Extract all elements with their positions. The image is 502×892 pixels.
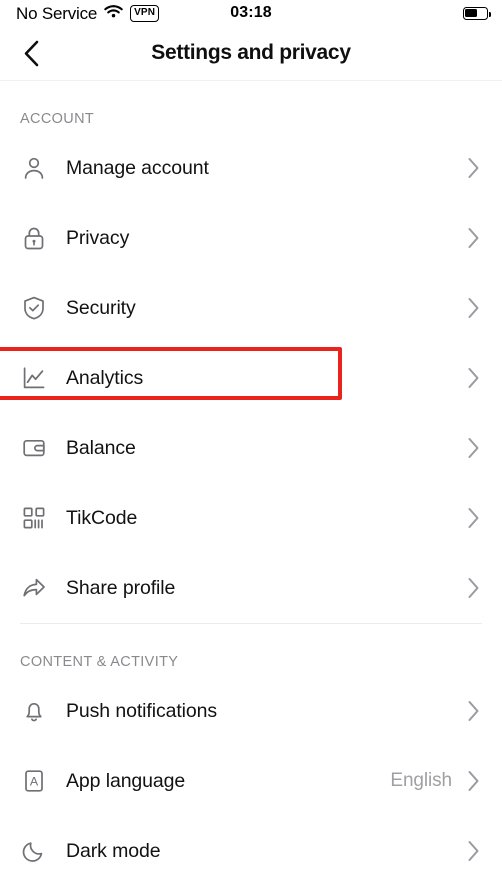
settings-row-balance[interactable]: Balance: [0, 413, 502, 483]
page-title: Settings and privacy: [151, 41, 351, 64]
settings-row-share-profile[interactable]: Share profile: [0, 553, 502, 623]
settings-row-dark-mode[interactable]: Dark mode: [0, 816, 502, 886]
row-chevron-wrapper: [466, 437, 480, 459]
section-header: ACCOUNT: [20, 111, 95, 127]
qr-code-icon: [23, 507, 45, 529]
settings-row-privacy[interactable]: Privacy: [0, 203, 502, 273]
row-label: Dark mode: [66, 839, 161, 862]
settings-row-push-notifications[interactable]: Push notifications: [0, 676, 502, 746]
row-value: English: [390, 770, 452, 791]
letter-a-icon: A: [25, 770, 43, 792]
row-icon-wrapper: [20, 294, 48, 322]
settings-row-analytics[interactable]: Analytics: [0, 343, 502, 413]
row-chevron-wrapper: [466, 227, 480, 249]
row-label: Share profile: [66, 576, 176, 599]
row-icon-wrapper: [20, 224, 48, 252]
bell-icon: [26, 703, 42, 722]
settings-row-tikcode[interactable]: TikCode: [0, 483, 502, 553]
chevron-right-icon: [468, 578, 478, 598]
wallet-icon: [23, 439, 45, 457]
row-chevron-wrapper: [466, 577, 480, 599]
svg-text:A: A: [30, 774, 39, 788]
chevron-right-icon: [468, 228, 478, 248]
share-arrow-icon: [23, 578, 45, 597]
clock-label: 03:18: [230, 4, 272, 21]
row-chevron-wrapper: [466, 840, 480, 862]
row-label: Manage account: [66, 156, 209, 179]
row-chevron-wrapper: [466, 367, 480, 389]
row-icon-wrapper: [20, 154, 48, 182]
row-chevron-wrapper: [466, 507, 480, 529]
status-bar: No Service VPN 03:18: [0, 0, 502, 26]
chevron-right-icon: [468, 841, 478, 861]
row-icon-wrapper: [20, 697, 48, 725]
person-icon: [24, 157, 44, 179]
moon-icon: [22, 842, 43, 862]
row-chevron-wrapper: [466, 157, 480, 179]
settings-list[interactable]: ACCOUNT Manage account Privacy Security Anal…: [0, 81, 502, 892]
back-button[interactable]: [14, 36, 48, 70]
navigation-bar: Settings and privacy: [0, 26, 502, 81]
row-chevron-wrapper: [466, 700, 480, 722]
row-label: Balance: [66, 436, 136, 459]
row-icon-wrapper: A: [20, 767, 48, 795]
chevron-right-icon: [468, 158, 478, 178]
row-label: Push notifications: [66, 699, 218, 722]
status-bar-right: [463, 6, 491, 20]
settings-row-manage-account[interactable]: Manage account: [0, 133, 502, 203]
chevron-right-icon: [468, 438, 478, 458]
chart-line-icon: [23, 367, 45, 389]
row-icon-wrapper: [20, 504, 48, 532]
row-label: Privacy: [66, 226, 130, 249]
row-label: TikCode: [66, 506, 138, 529]
row-chevron-wrapper: [466, 297, 480, 319]
row-label: Analytics: [66, 366, 144, 389]
row-icon-wrapper: [20, 364, 48, 392]
chevron-right-icon: [468, 771, 478, 791]
row-icon-wrapper: [20, 434, 48, 462]
battery-icon: [463, 6, 491, 20]
lock-icon: [24, 227, 44, 250]
section-header: CONTENT & ACTIVITY: [20, 654, 179, 670]
settings-row-security[interactable]: Security: [0, 273, 502, 343]
phone-screen: No Service VPN 03:18 Settings and privac…: [0, 0, 502, 892]
chevron-right-icon: [468, 508, 478, 528]
row-label: Security: [66, 296, 136, 319]
shield-check-icon: [24, 296, 44, 320]
row-icon-wrapper: [20, 837, 48, 865]
row-icon-wrapper: [20, 574, 48, 602]
row-chevron-wrapper: [466, 770, 480, 792]
row-label: App language: [66, 769, 186, 792]
chevron-right-icon: [468, 298, 478, 318]
chevron-right-icon: [468, 701, 478, 721]
chevron-right-icon: [468, 368, 478, 388]
settings-row-app-language[interactable]: A App language English: [0, 746, 502, 816]
chevron-left-icon: [24, 40, 39, 66]
